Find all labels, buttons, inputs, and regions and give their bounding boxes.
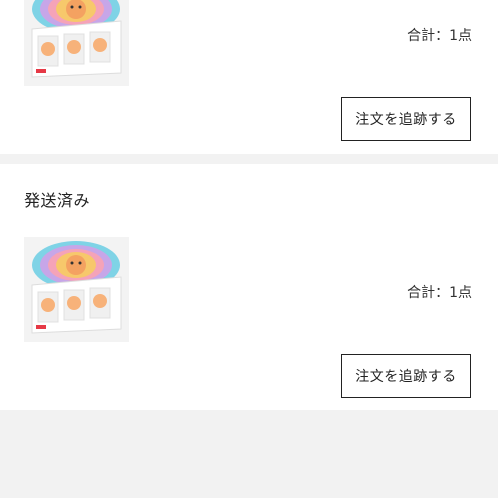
order-total: 合計：1点 bbox=[407, 28, 472, 44]
product-box-image-icon bbox=[24, 237, 129, 342]
product-thumbnail[interactable] bbox=[24, 0, 129, 86]
product-thumbnail[interactable] bbox=[24, 237, 129, 342]
track-order-button[interactable]: 注文を追跡する bbox=[341, 354, 471, 398]
order-status: 発送済み bbox=[24, 191, 91, 210]
order-total: 合計：1点 bbox=[407, 285, 472, 301]
track-order-button[interactable]: 注文を追跡する bbox=[341, 97, 471, 141]
order-card: 合計：1点 注文を追跡する bbox=[0, 0, 498, 154]
order-card: 発送済み 合計：1点 注文を追跡する bbox=[0, 164, 498, 410]
product-box-image-icon bbox=[24, 0, 129, 86]
